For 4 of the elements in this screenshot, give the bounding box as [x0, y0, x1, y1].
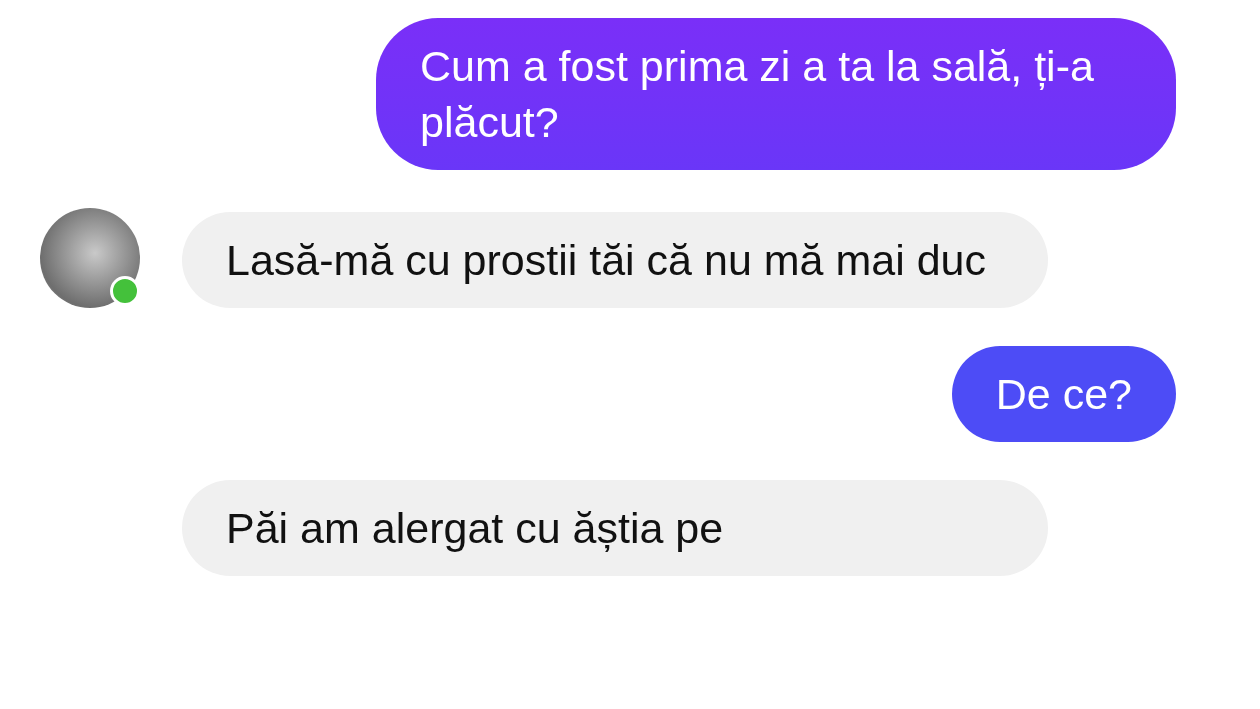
sent-message-bubble: Cum a fost prima zi a ta la sală, ți-a plăcut?	[376, 18, 1176, 170]
received-message-bubble: Păi am alergat cu ăștia pe	[182, 480, 1048, 576]
sent-message-bubble: De ce?	[951, 346, 1176, 442]
received-message-bubble: Lasă-mă cu prostii tăi că nu mă mai duc	[182, 212, 1048, 308]
